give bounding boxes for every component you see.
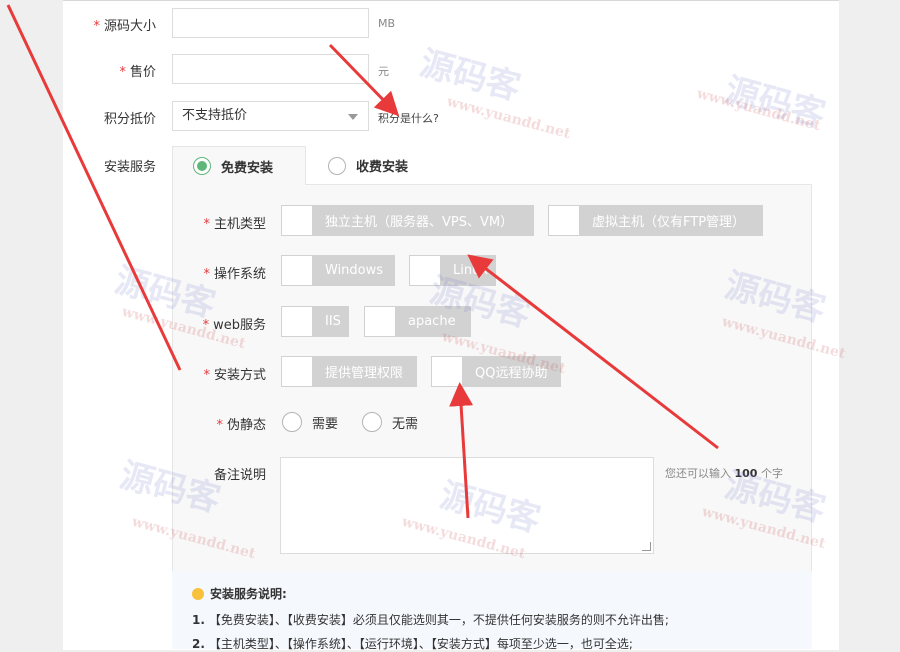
notes-title: 安装服务说明: bbox=[192, 585, 287, 602]
checkbox-box bbox=[281, 356, 313, 387]
points-select-value: 不支持抵价 bbox=[182, 108, 248, 123]
web-service-label: * web服务 bbox=[202, 318, 266, 333]
points-select[interactable]: 不支持抵价 bbox=[172, 101, 369, 131]
install-notes: 安装服务说明: 1. 【免费安装】、【收费安装】必须且仅能选则其一，不提供任何安装… bbox=[172, 571, 812, 651]
radio-unchecked-icon bbox=[362, 412, 382, 432]
checkbox-label: apache bbox=[408, 314, 456, 329]
chevron-down-icon bbox=[348, 114, 358, 120]
checkbox-box bbox=[281, 205, 313, 236]
source-size-unit: MB bbox=[378, 17, 396, 30]
remarks-char-hint: 您还可以输入 100 个字 bbox=[665, 467, 783, 480]
radio-checked-icon bbox=[193, 157, 211, 175]
points-label: 积分抵价 bbox=[103, 112, 156, 127]
price-unit: 元 bbox=[378, 65, 389, 78]
checkbox-label: 提供管理权限 bbox=[325, 366, 404, 381]
checkbox-box bbox=[431, 356, 463, 387]
pseudo-static-label: * 伪静态 bbox=[216, 418, 266, 433]
radio-label: 需要 bbox=[312, 416, 339, 432]
tab-paid-install[interactable]: 收费安装 bbox=[328, 146, 448, 185]
checkbox-label: 虚拟主机（仅有FTP管理） bbox=[592, 215, 746, 230]
price-input[interactable] bbox=[172, 54, 369, 84]
checkbox-box bbox=[364, 306, 396, 337]
checkbox-label: Linux bbox=[453, 263, 489, 278]
remarks-label: 备注说明 bbox=[213, 468, 266, 483]
notes-item: 2. 【主机类型】、【操作系统】、【运行环境】、【安装方式】每项至少选一，也可全选… bbox=[192, 637, 633, 651]
os-label: * 操作系统 bbox=[203, 267, 266, 282]
checkbox-label: Windows bbox=[325, 263, 384, 278]
radio-unchecked-icon bbox=[282, 412, 302, 432]
checkbox-box bbox=[409, 255, 441, 286]
tab-free-install-label: 免费安装 bbox=[221, 160, 274, 176]
checkbox-label: QQ远程协助 bbox=[475, 366, 548, 381]
pseudo-static-none-radio[interactable]: 无需 bbox=[362, 412, 418, 432]
host-type-virtual-checkbox[interactable]: 虚拟主机（仅有FTP管理） bbox=[548, 205, 763, 236]
pseudo-static-need-radio[interactable]: 需要 bbox=[282, 412, 338, 432]
web-apache-checkbox[interactable]: apache bbox=[364, 306, 471, 337]
install-service-label: 安装服务 bbox=[103, 160, 156, 175]
resize-grip-icon[interactable] bbox=[642, 542, 651, 551]
notes-item: 1. 【免费安装】、【收费安装】必须且仅能选则其一，不提供任何安装服务的则不允许出… bbox=[192, 613, 669, 627]
method-qq-checkbox[interactable]: QQ远程协助 bbox=[431, 356, 561, 387]
method-admin-checkbox[interactable]: 提供管理权限 bbox=[281, 356, 417, 387]
web-iis-checkbox[interactable]: IIS bbox=[281, 306, 349, 337]
source-size-input[interactable] bbox=[172, 8, 369, 38]
remarks-textarea[interactable] bbox=[280, 457, 654, 554]
host-type-dedicated-checkbox[interactable]: 独立主机（服务器、VPS、VM） bbox=[281, 205, 534, 236]
radio-label: 无需 bbox=[392, 416, 419, 432]
lightbulb-icon bbox=[192, 587, 204, 600]
points-help-link[interactable]: 积分是什么? bbox=[378, 110, 439, 126]
radio-unchecked-icon bbox=[328, 156, 346, 175]
source-size-label: * 源码大小 bbox=[93, 19, 156, 34]
os-windows-checkbox[interactable]: Windows bbox=[281, 255, 395, 286]
checkbox-box bbox=[281, 306, 313, 337]
tab-paid-install-label: 收费安装 bbox=[356, 160, 409, 175]
checkbox-label: IIS bbox=[325, 314, 341, 329]
checkbox-box bbox=[548, 205, 580, 236]
checkbox-box bbox=[281, 255, 313, 286]
host-type-label: * 主机类型 bbox=[203, 217, 266, 232]
install-method-label: * 安装方式 bbox=[203, 368, 266, 383]
price-label: * 售价 bbox=[119, 65, 156, 80]
checkbox-label: 独立主机（服务器、VPS、VM） bbox=[325, 215, 514, 230]
tab-free-install[interactable]: 免费安装 bbox=[172, 146, 306, 185]
os-linux-checkbox[interactable]: Linux bbox=[409, 255, 496, 286]
